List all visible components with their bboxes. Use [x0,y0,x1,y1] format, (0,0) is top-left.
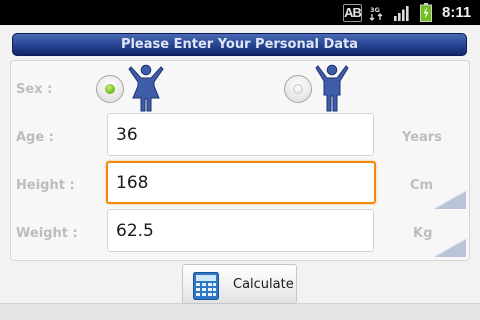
network-3g-icon: 3G [369,6,383,21]
height-label: Height : [16,178,75,193]
clock-time: 8:11 [442,4,472,21]
age-unit: Years [402,130,442,145]
calculator-icon [193,272,219,300]
weight-unit-dropdown-icon[interactable] [434,239,466,257]
calculate-button[interactable]: Calculate [182,264,297,304]
status-bar: AB 3G 8:11 [0,0,480,25]
svg-text:3G: 3G [370,6,380,14]
radio-selected-indicator [105,84,115,94]
male-figure-icon [315,64,349,112]
radio-unselected-indicator [293,84,303,94]
keyboard-badge-icon: AB [343,4,362,22]
battery-charging-icon [420,3,432,22]
sex-label: Sex : [16,82,53,97]
weight-input[interactable] [107,209,374,252]
calculate-button-label: Calculate [233,277,294,292]
sex-male-radio[interactable] [284,75,312,103]
female-figure-icon [128,64,164,112]
height-unit-dropdown-icon[interactable] [434,191,466,209]
sex-female-radio[interactable] [96,75,124,103]
weight-label: Weight : [16,226,78,241]
page-title: Please Enter Your Personal Data [12,33,467,56]
age-input[interactable] [107,113,374,156]
signal-bars-icon [394,6,409,21]
age-label: Age : [16,130,54,145]
personal-data-form: Sex : Age : Years Height : Cm Weight : K… [10,60,470,261]
height-input[interactable] [106,161,376,204]
height-unit: Cm [410,178,434,193]
weight-unit: Kg [413,226,433,241]
bottom-bar [0,303,480,320]
